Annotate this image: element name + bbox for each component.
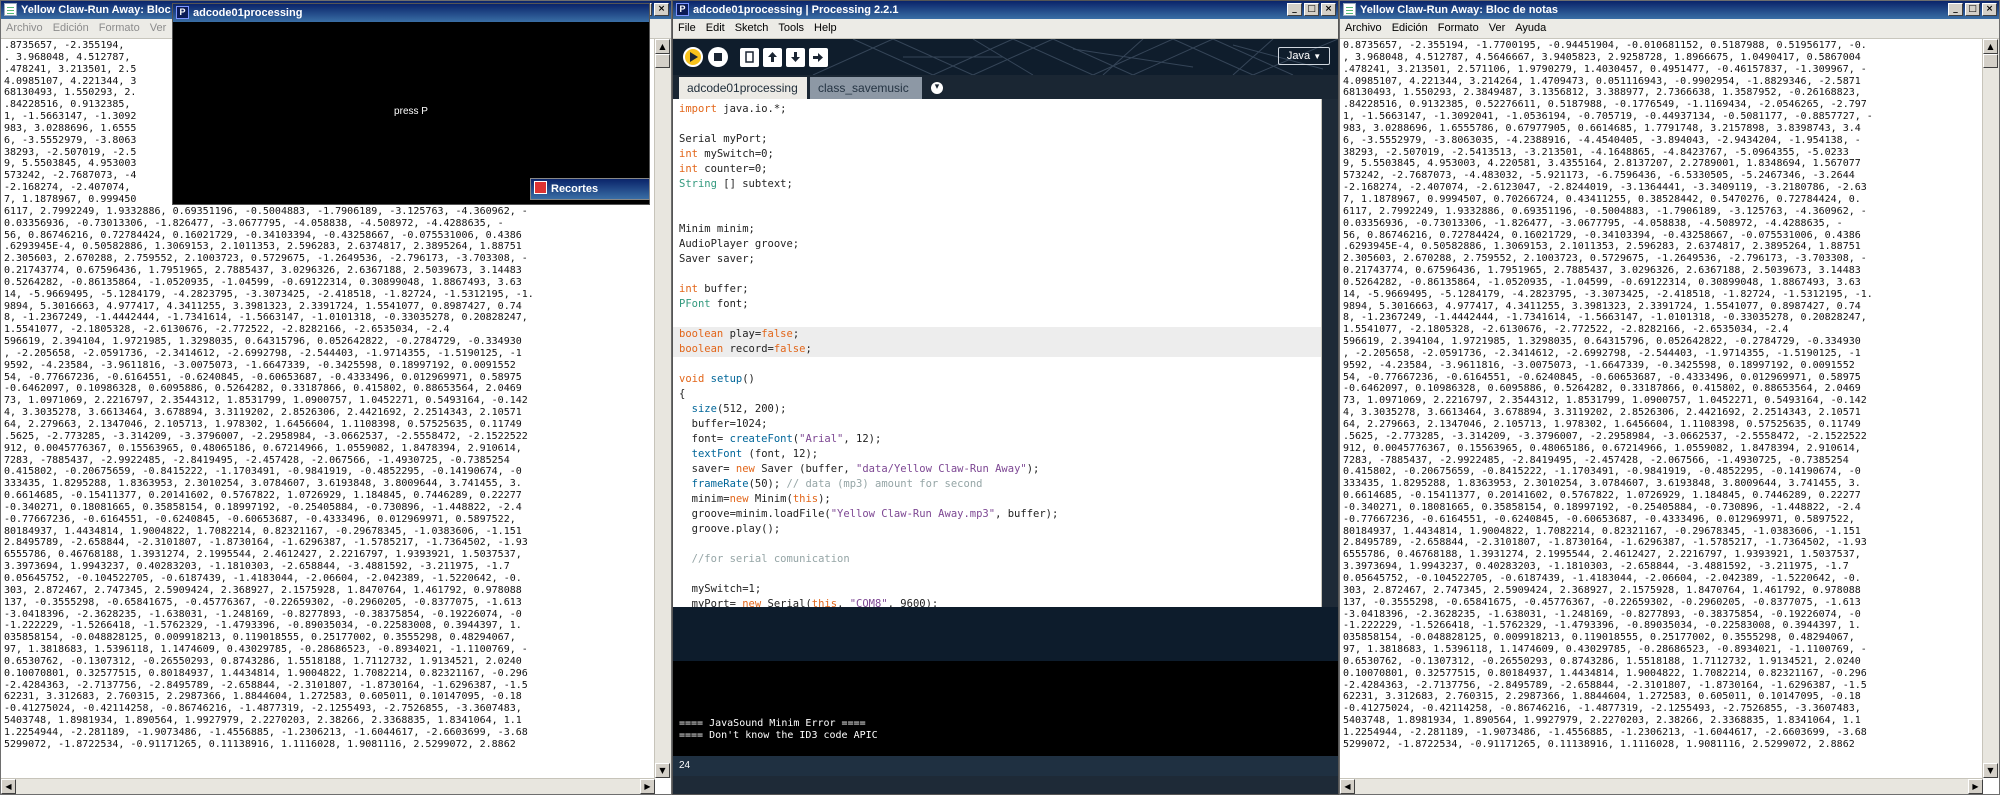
tab-menu-button[interactable]: ▾	[931, 82, 943, 94]
close-button[interactable]: ×	[1982, 3, 1997, 16]
right-notepad-text[interactable]: 0.8735657, -2.355194, -1.7700195, -0.944…	[1340, 39, 1983, 778]
tab-adcode01processing[interactable]: adcode01processing	[679, 77, 807, 99]
ide-menu-file[interactable]: File	[673, 22, 701, 34]
editor-vertical-scrollbar[interactable]	[1321, 99, 1322, 607]
right-menu-ver[interactable]: Ver	[1484, 22, 1511, 34]
ide-menu-help[interactable]: Help	[809, 22, 842, 34]
new-file-icon	[745, 51, 754, 63]
ide-menu-tools[interactable]: Tools	[773, 22, 809, 34]
minimize-button[interactable]: _	[1287, 3, 1302, 16]
stop-button[interactable]	[708, 47, 728, 67]
new-button[interactable]	[740, 48, 759, 67]
scroll-right-icon[interactable]: ▶	[640, 779, 655, 794]
mode-selector[interactable]: Java ▼	[1278, 47, 1330, 65]
line-number-indicator: 24	[673, 756, 1338, 776]
export-button[interactable]	[809, 48, 828, 67]
right-notepad-title: Yellow Claw-Run Away: Bloc de notas	[1360, 4, 1559, 16]
ide-menu-edit[interactable]: Edit	[701, 22, 730, 34]
open-arrow-up-icon	[768, 52, 777, 62]
ide-statusbar	[673, 607, 1338, 661]
processing-icon: P	[676, 3, 689, 16]
maximize-button[interactable]: □	[1304, 3, 1319, 16]
scroll-up-icon[interactable]: ▲	[1983, 39, 1998, 54]
right-notepad-titlebar[interactable]: Yellow Claw-Run Away: Bloc de notas _ □ …	[1340, 1, 1999, 19]
right-notepad-menubar: Archivo Edición Formato Ver Ayuda	[1340, 19, 1999, 39]
close-button[interactable]: ×	[654, 3, 669, 16]
notepad-icon	[4, 3, 17, 16]
open-button[interactable]	[763, 48, 782, 67]
left-menu-edici-n[interactable]: Edición	[48, 22, 94, 34]
left-menu-ver[interactable]: Ver	[145, 22, 172, 34]
save-button[interactable]	[786, 48, 805, 67]
ide-title: adcode01processing | Processing 2.2.1	[693, 4, 899, 16]
tab-class-savemusic[interactable]: class_savemusic	[810, 77, 922, 99]
scroll-down-icon[interactable]: ▼	[1983, 763, 1998, 778]
sketch-title: adcode01processing	[193, 7, 303, 19]
scroll-thumb[interactable]	[1983, 54, 1998, 68]
clipboard-title: Recortes	[551, 183, 599, 195]
minimize-button[interactable]: _	[1948, 3, 1963, 16]
stop-icon	[714, 53, 722, 61]
ide-titlebar[interactable]: P adcode01processing | Processing 2.2.1 …	[673, 1, 1338, 19]
sketch-window[interactable]: P adcode01processing press P	[172, 3, 650, 205]
maximize-button[interactable]: □	[1965, 3, 1980, 16]
scissors-icon	[534, 181, 547, 194]
right-notepad-content[interactable]: 0.8735657, -2.355194, -1.7700195, -0.944…	[1340, 39, 1983, 752]
right-horizontal-scrollbar[interactable]: ◀ ▶	[1340, 778, 1983, 794]
ide-menu-sketch[interactable]: Sketch	[730, 22, 774, 34]
scroll-left-icon[interactable]: ◀	[1, 779, 16, 794]
processing-ide-window: P adcode01processing | Processing 2.2.1 …	[672, 0, 1339, 795]
console-output: ==== JavaSound Minim Error ==== ==== Don…	[679, 718, 878, 741]
left-menu-archivo[interactable]: Archivo	[1, 22, 48, 34]
mode-label: Java	[1286, 50, 1311, 62]
left-vertical-scrollbar[interactable]: ▲ ▼	[654, 39, 671, 778]
export-arrow-right-icon	[813, 53, 823, 62]
scroll-left-icon[interactable]: ◀	[1340, 779, 1355, 794]
right-vertical-scrollbar[interactable]: ▲ ▼	[1982, 39, 1999, 778]
right-menu-archivo[interactable]: Archivo	[1340, 22, 1387, 34]
ide-tabs: adcode01processing class_savemusic ▾	[673, 75, 1338, 99]
right-menu-edici-n[interactable]: Edición	[1387, 22, 1433, 34]
notepad-icon	[1343, 3, 1356, 16]
code-text[interactable]: import java.io.*; Serial myPort; int myS…	[673, 99, 1322, 607]
play-icon	[690, 52, 698, 62]
press-p-message: press P	[394, 106, 428, 117]
chevron-down-icon: ▼	[1313, 52, 1322, 61]
right-menu-ayuda[interactable]: Ayuda	[1510, 22, 1551, 34]
processing-icon: P	[176, 6, 189, 19]
run-button[interactable]	[683, 47, 703, 67]
right-notepad-window: Yellow Claw-Run Away: Bloc de notas _ □ …	[1339, 0, 2000, 795]
sketch-titlebar[interactable]: P adcode01processing	[173, 4, 649, 22]
ide-toolbar: Java ▼	[673, 39, 1338, 75]
scroll-down-icon[interactable]: ▼	[655, 763, 670, 778]
scroll-thumb[interactable]	[655, 54, 670, 68]
close-button[interactable]: ×	[1321, 3, 1336, 16]
left-menu-formato[interactable]: Formato	[94, 22, 145, 34]
scroll-up-icon[interactable]: ▲	[655, 39, 670, 54]
ide-console[interactable]: ==== JavaSound Minim Error ==== ==== Don…	[673, 661, 1338, 776]
ide-menubar: File Edit Sketch Tools Help	[673, 19, 1338, 39]
scroll-right-icon[interactable]: ▶	[1968, 779, 1983, 794]
clipboard-window[interactable]: Recortes	[530, 178, 650, 200]
left-horizontal-scrollbar[interactable]: ◀ ▶	[1, 778, 655, 794]
right-menu-formato[interactable]: Formato	[1433, 22, 1484, 34]
clipboard-titlebar[interactable]: Recortes	[531, 179, 649, 199]
code-editor[interactable]: import java.io.*; Serial myPort; int myS…	[673, 99, 1322, 607]
save-arrow-down-icon	[791, 52, 800, 62]
